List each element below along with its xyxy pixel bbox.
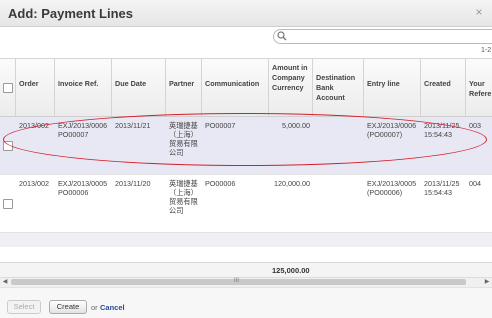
table-row[interactable]: 2013/002 EXJ/2013/0006 PO00007 2013/11/2… [0,117,492,175]
header-order[interactable]: Order [16,59,55,116]
horizontal-scrollbar[interactable]: ◀ III ▶ [0,277,492,287]
cell-partner: 英瑞捷基（上海）贸易有限公司 [169,121,198,157]
search-input[interactable] [273,29,492,44]
search-icon[interactable] [277,31,287,41]
cell-order: 2013/002 [19,121,49,130]
header-due-date[interactable]: Due Date [112,59,166,116]
cell-partner: 英瑞捷基（上海）贸易有限公司 [169,179,198,215]
header-partner[interactable]: Partner [166,59,202,116]
cell-invoice-ref: EXJ/2013/0006 PO00007 [58,121,108,139]
cell-your-reference: 004 [469,179,481,188]
header-entry-line[interactable]: Entry line [364,59,421,116]
scroll-right-arrow-icon[interactable]: ▶ [482,278,492,287]
cell-communication: PO00007 [205,121,236,130]
header-communication[interactable]: Communication [202,59,269,116]
row-checkbox[interactable] [3,199,13,209]
header-invoice-ref[interactable]: Invoice Ref. [55,59,112,116]
header-your-reference[interactable]: Your Refere [466,59,492,116]
table-row[interactable]: 2013/002 EXJ/2013/0005 PO00006 2013/11/2… [0,175,492,233]
empty-row [0,247,492,263]
cell-created: 2013/11/25 15:54:43 [424,121,460,139]
payment-lines-grid: Order Invoice Ref. Due Date Partner Comm… [0,58,492,263]
cancel-link[interactable]: Cancel [100,303,125,312]
dialog-titlebar: Add: Payment Lines × [0,0,492,27]
cell-your-reference: 003 [469,121,481,130]
cell-invoice-ref: EXJ/2013/0005 PO00006 [58,179,108,197]
cell-due-date: 2013/11/21 [115,121,151,130]
header-amount[interactable]: Amount in Company Currency [269,59,313,116]
cell-amount: 5,000.00 [282,121,310,130]
cell-amount: 120,000.00 [274,179,310,188]
scroll-left-arrow-icon[interactable]: ◀ [0,278,10,287]
dialog-title: Add: Payment Lines [8,6,133,21]
header-bank-account[interactable]: Destination Bank Account [313,59,364,116]
cell-communication: PO00006 [205,179,236,188]
empty-row [0,233,492,248]
cell-entry-line: EXJ/2013/0005 (PO00006) [367,179,417,197]
create-button[interactable]: Create [49,300,87,314]
totals-row: 125,000.00 [0,262,492,277]
close-icon[interactable]: × [472,5,486,19]
cell-order: 2013/002 [19,179,49,188]
total-amount: 125,000.00 [272,266,310,275]
grid-header: Order Invoice Ref. Due Date Partner Comm… [0,59,492,117]
header-created[interactable]: Created [421,59,466,116]
select-all-checkbox[interactable] [3,83,13,93]
cell-created: 2013/11/25 15:54:43 [424,179,460,197]
header-select-all [0,59,16,116]
cell-due-date: 2013/11/20 [115,179,151,188]
cell-entry-line: EXJ/2013/0006 (PO00007) [367,121,417,139]
pager-status: 1-2 [481,47,492,54]
scrollbar-grip-icon: III [234,278,240,284]
dialog-footer: Select Create or Cancel [0,287,492,318]
or-text: or [91,303,98,312]
select-button[interactable]: Select [7,300,41,314]
row-checkbox[interactable] [3,141,13,151]
